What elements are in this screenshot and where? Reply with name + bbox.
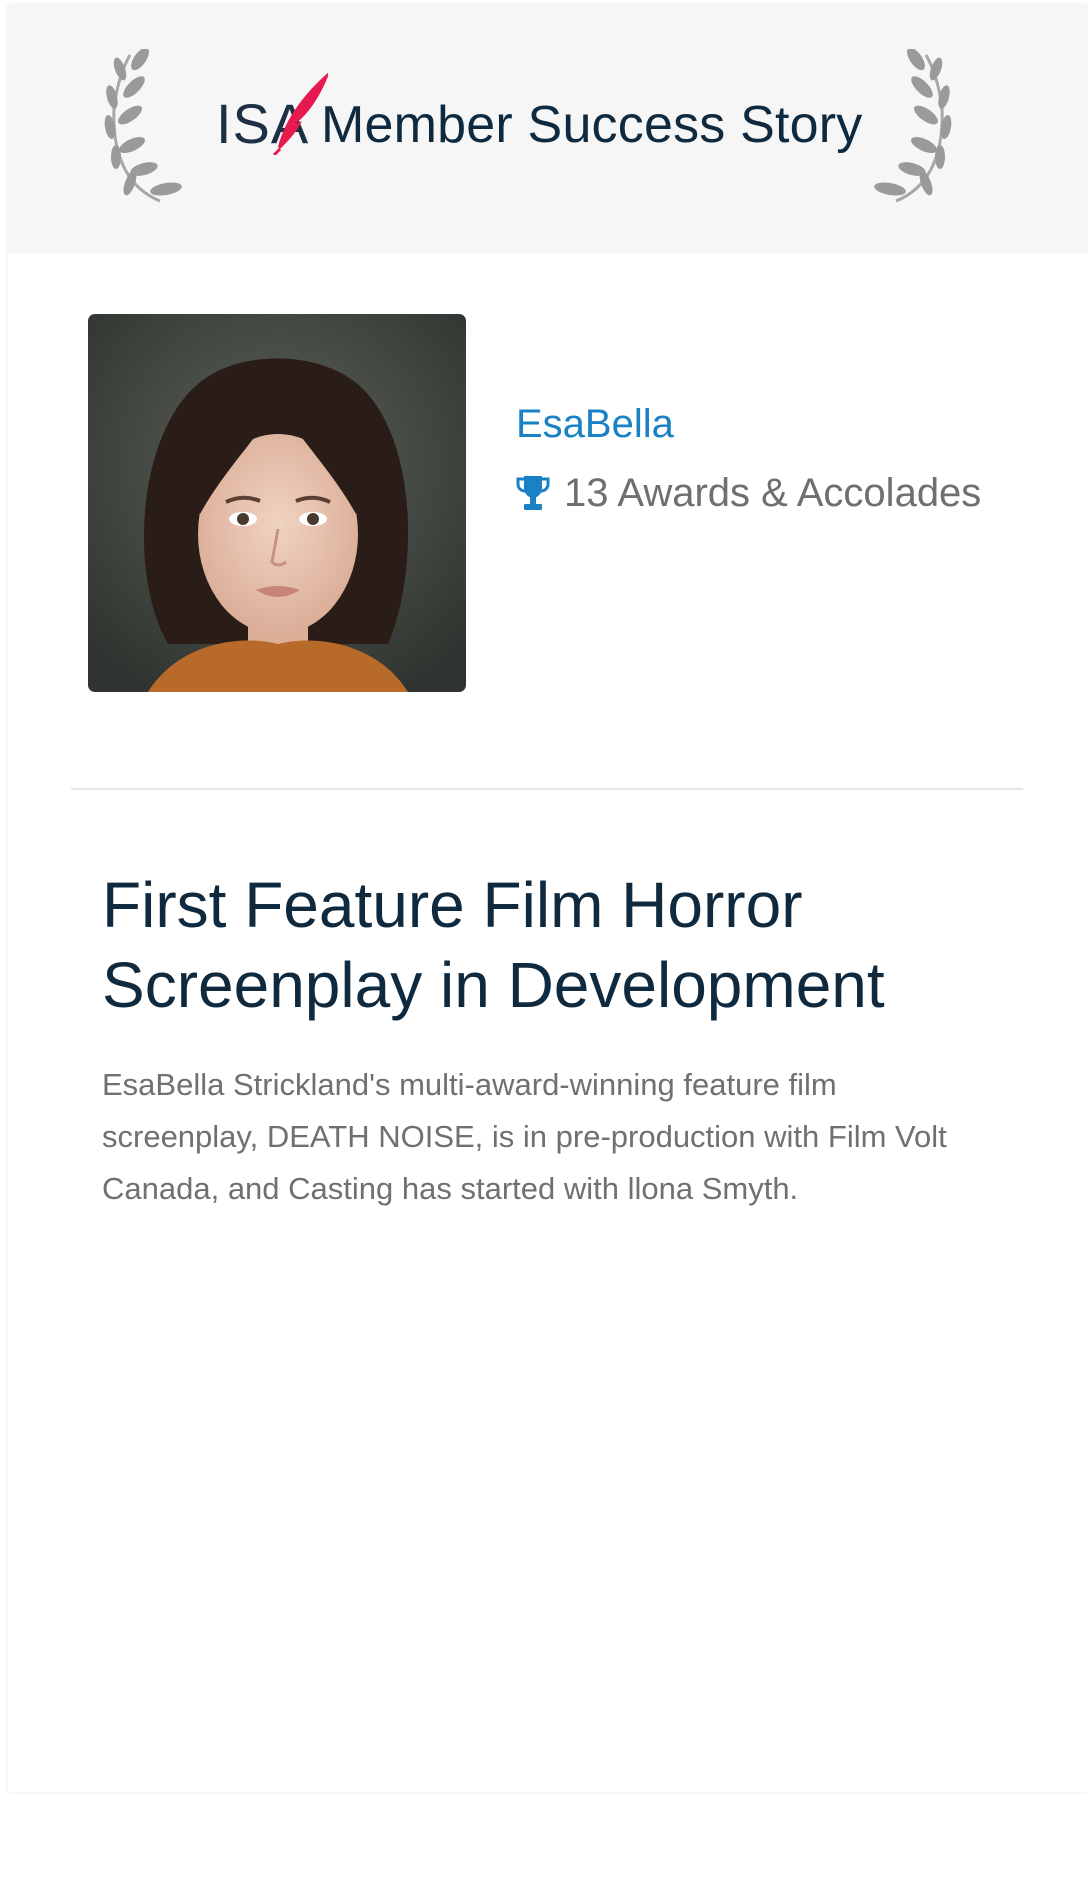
story-body: EsaBella Strickland's multi-award-winnin…: [102, 1067, 947, 1206]
member-name-link[interactable]: EsaBella: [516, 400, 674, 448]
member-photo-image: [88, 314, 466, 692]
awards-count: 13 Awards & Accolades: [516, 468, 981, 518]
success-story-card: ISA Member Success Story EsaBella 13 Awa…: [8, 5, 1088, 1792]
awards-text: 13 Awards & Accolades: [564, 471, 982, 515]
laurel-right-icon: [874, 49, 952, 203]
isa-logo: ISA: [216, 72, 328, 155]
trophy-icon: [516, 476, 550, 510]
story-header: ISA Member Success Story: [8, 5, 1088, 253]
header-title: Member Success Story: [321, 96, 863, 154]
story-title: First Feature Film Horror Screenplay in …: [102, 869, 885, 1021]
member-photo[interactable]: [88, 314, 466, 692]
laurel-left-icon: [104, 49, 182, 203]
section-divider: [71, 788, 1023, 790]
